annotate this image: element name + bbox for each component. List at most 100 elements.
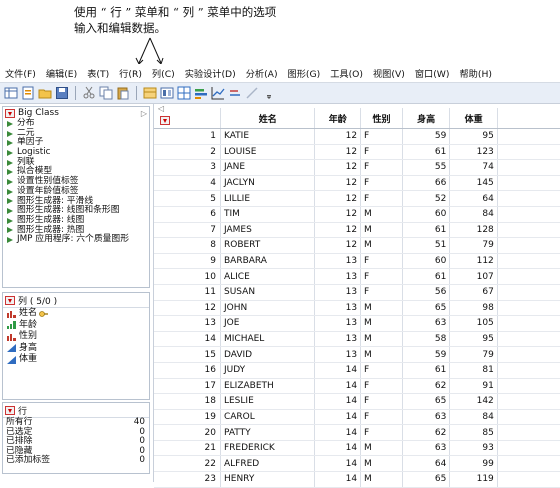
run-script-icon[interactable] [7,208,13,215]
open-folder-icon[interactable] [38,86,52,100]
table-cell[interactable]: 65 [402,393,451,410]
table-cell[interactable]: 56 [402,284,451,301]
table-cell[interactable]: 62 [402,378,451,395]
run-script-icon[interactable] [7,169,13,176]
table-cell[interactable]: 128 [449,222,498,239]
run-script-icon[interactable] [7,120,13,127]
table-row[interactable]: 4 JACLYN 12 F 66 145 [154,175,560,192]
table-cell[interactable]: 93 [449,440,498,457]
red-triangle-menu-icon[interactable] [5,108,15,118]
new-table-icon[interactable] [4,86,18,100]
run-script-icon[interactable] [7,140,13,147]
table-cell[interactable]: LOUISE [220,144,316,161]
table-cell[interactable]: TIM [220,206,316,223]
menu-item[interactable]: 文件(F) [0,66,41,80]
table-cell[interactable]: 14 [314,393,362,410]
table-cell[interactable]: 13 [314,284,362,301]
cut-icon[interactable] [82,86,96,100]
table-cell[interactable]: 12 [314,128,362,145]
table-cell[interactable]: JOHN [220,300,316,317]
table-cell[interactable]: M [360,315,403,332]
copy-icon[interactable] [99,86,113,100]
row-number[interactable]: 6 [154,206,221,223]
table-cell[interactable]: 13 [314,300,362,317]
table-row[interactable]: 7 JAMES 12 M 61 128 [154,222,560,239]
menu-item[interactable]: 列(C) [147,66,180,80]
table-cell[interactable]: LILLIE [220,190,316,207]
table-cell[interactable]: 13 [314,331,362,348]
table-row[interactable]: 6 TIM 12 M 60 84 [154,206,560,223]
row-number[interactable]: 18 [154,393,221,410]
table-cell[interactable]: 98 [449,300,498,317]
table-cell[interactable]: 95 [449,128,498,145]
table-cell[interactable]: 12 [314,237,362,254]
run-script-icon[interactable] [7,217,13,224]
table-cell[interactable]: 14 [314,424,362,441]
column-item[interactable]: 性别 [3,331,149,343]
row-number[interactable]: 13 [154,315,221,332]
table-cell[interactable]: BARBARA [220,253,316,270]
table-row[interactable]: 18 LESLIE 14 F 65 142 [154,393,560,410]
table-cell[interactable]: ROBERT [220,237,316,254]
menu-item[interactable]: 帮助(H) [454,66,496,80]
table-cell[interactable]: 13 [314,253,362,270]
table-cell[interactable]: 67 [449,284,498,301]
table-cell[interactable]: 14 [314,440,362,457]
table-cell[interactable]: 61 [402,222,451,239]
table-cell[interactable]: 74 [449,159,498,176]
table-cell[interactable]: F [360,424,403,441]
table-cell[interactable]: F [360,128,403,145]
row-number[interactable]: 17 [154,378,221,395]
row-number[interactable]: 1 [154,128,221,145]
table-cell[interactable]: 61 [402,268,451,285]
row-number[interactable]: 14 [154,331,221,348]
table-cell[interactable]: 142 [449,393,498,410]
row-number[interactable]: 8 [154,237,221,254]
table-row[interactable]: 10 ALICE 13 F 61 107 [154,268,560,285]
table-cell[interactable]: 81 [449,362,498,379]
table-cell[interactable]: FREDERICK [220,440,316,457]
menu-item[interactable]: 图形(G) [283,66,326,80]
control-chart-icon[interactable] [245,86,259,100]
table-cell[interactable]: 91 [449,378,498,395]
table-row[interactable]: 21 FREDERICK 14 M 63 93 [154,440,560,457]
table-cell[interactable]: 55 [402,159,451,176]
row-number[interactable]: 22 [154,455,221,473]
table-cell[interactable]: 58 [402,331,451,348]
table-cell[interactable]: M [360,331,403,348]
table-cell[interactable]: JOE [220,315,316,332]
table-row[interactable]: 14 MICHAEL 13 M 58 95 [154,331,560,348]
table-cell[interactable]: 99 [449,455,498,473]
table-cell[interactable]: 84 [449,206,498,223]
row-number[interactable]: 15 [154,346,221,363]
table-cell[interactable]: 14 [314,362,362,379]
table-cell[interactable]: 63 [402,409,451,426]
red-triangle-menu-icon[interactable] [160,116,170,125]
table-row[interactable]: 3 JANE 12 F 55 74 [154,159,560,176]
table-cell[interactable]: JUDY [220,362,316,379]
table-cell[interactable]: F [360,175,403,192]
columns-panel-header[interactable]: 列 ( 5/0 ) [3,293,149,308]
table-cell[interactable]: 85 [449,424,498,441]
table-cell[interactable]: SUSAN [220,284,316,301]
table-row[interactable]: 20 PATTY 14 F 62 85 [154,424,560,441]
row-number[interactable]: 5 [154,190,221,207]
table-cell[interactable]: PATTY [220,424,316,441]
run-script-icon[interactable] [7,159,13,166]
table-cell[interactable]: ALICE [220,268,316,285]
table-cell[interactable]: 12 [314,159,362,176]
column-header[interactable]: 身高 [402,108,451,129]
table-cell[interactable]: 13 [314,268,362,285]
table-cell[interactable]: F [360,190,403,207]
table-cell[interactable]: 63 [402,440,451,457]
table-cell[interactable]: 13 [314,346,362,363]
menu-item[interactable]: 工具(O) [325,66,368,80]
table-cell[interactable]: F [360,362,403,379]
table-cell[interactable]: 79 [449,237,498,254]
menu-item[interactable]: 视图(V) [368,66,410,80]
paste-icon[interactable] [116,86,130,100]
subset-icon[interactable] [160,86,174,100]
table-row[interactable]: 2 LOUISE 12 F 61 123 [154,144,560,161]
row-number[interactable]: 10 [154,268,221,285]
table-cell[interactable]: JAMES [220,222,316,239]
